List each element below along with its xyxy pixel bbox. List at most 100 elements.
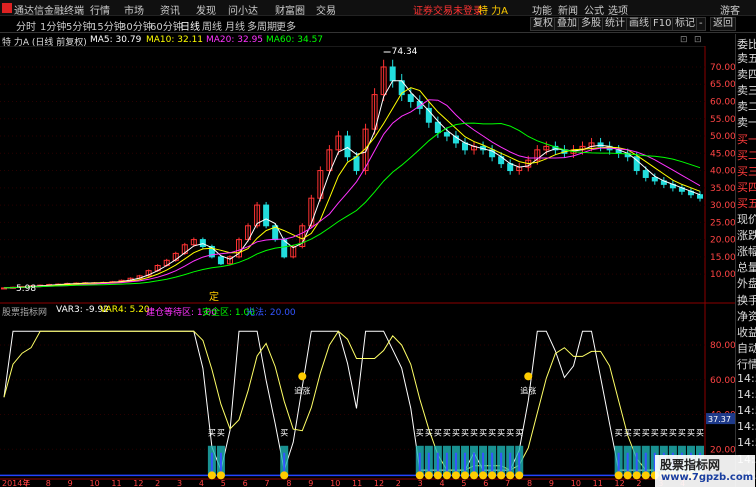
price-tick-label: 20.00 [710, 236, 735, 246]
toolbar-button-stats[interactable]: 统计 [602, 17, 628, 31]
buy-signal-label: 买 [488, 428, 496, 437]
quote-panel-item: 涨幅 [737, 245, 756, 259]
period-button-multi[interactable]: 多周期 [247, 18, 277, 33]
time-tick-label: 9 [308, 479, 313, 487]
menu-item-quotes[interactable]: 行情 [90, 2, 110, 17]
chart-collapse-icon[interactable]: ⊡ [680, 35, 688, 45]
candle-body [389, 66, 396, 82]
period-toolbar: 分时 1分钟 5分钟 15分钟 30分钟 60分钟 日线 周线 月线 多周期 更… [0, 16, 756, 33]
menu-item-function[interactable]: 功能 [532, 2, 552, 17]
time-tick-label: 8 [46, 479, 51, 487]
toolbar-button-draw[interactable]: 画线 [626, 17, 652, 31]
menu-item-newsfeed[interactable]: 新闻 [558, 2, 578, 17]
time-tick-label: 6 [243, 479, 248, 487]
quote-panel-item: 行情 [737, 357, 756, 371]
period-button-15min[interactable]: 15分钟 [91, 18, 124, 33]
quote-panel-item: 外盘 [737, 277, 756, 291]
time-tick-label: 11 [352, 479, 362, 487]
time-tick-label: 11 [593, 479, 603, 487]
ma20-line [3, 99, 701, 289]
candle-body [642, 170, 649, 178]
chase-signal-label: 追涨 [520, 386, 536, 396]
buy-signal-label: 买 [452, 428, 460, 437]
menu-bar: 通达信金融终端 行情 市场 资讯 发现 问小达 财富圈 交易 证券交易未登录 特… [0, 0, 756, 17]
toolbar-button-minus[interactable]: - [696, 17, 706, 31]
time-tick-label: 5 [221, 479, 226, 487]
menu-item-ask[interactable]: 问小达 [228, 2, 258, 17]
menu-item-formula[interactable]: 公式 [584, 2, 604, 17]
period-button-daily[interactable]: 日线 [180, 18, 200, 33]
smiley-icon [641, 471, 650, 480]
quote-panel-item: 卖三 [737, 84, 756, 98]
buy-signal-label: 买 [669, 428, 677, 437]
menu-item-guest[interactable]: 游客 [720, 2, 740, 17]
price-chart[interactable]: 70.00 65.00 60.00 55.00 50.00 45.00 40.00 35.00… [0, 46, 735, 487]
buy-signal-label: 买 [687, 428, 695, 437]
app-title: 通达信金融终端 [14, 6, 84, 17]
period-button-more[interactable]: 更多 [276, 18, 296, 33]
price-tick-label: 45.00 [710, 149, 735, 159]
time-tick-label: 7 [265, 479, 270, 487]
low-price-label: 5.98 [16, 284, 36, 294]
buy-signal-label: 买 [642, 428, 650, 437]
candle-body [344, 135, 351, 158]
quote-panel-item: 14:5 [737, 388, 756, 402]
smiley-icon [623, 471, 632, 480]
candle-body [263, 204, 270, 227]
quote-panel-item: 买三 [737, 164, 756, 178]
quote-panel-item: 买四 [737, 180, 756, 194]
toolbar-button-adjust[interactable]: 复权 [530, 17, 556, 31]
period-button-1min[interactable]: 1分钟 [40, 18, 66, 33]
price-tick-label: 35.00 [710, 184, 735, 194]
var4-label: VAR4: 5.20 [100, 305, 150, 315]
menu-item-wealth[interactable]: 财富圈 [275, 2, 305, 17]
period-button-5min[interactable]: 5分钟 [66, 18, 92, 33]
time-tick-label: 3 [177, 479, 182, 487]
candle-body [407, 94, 414, 103]
price-tick-label: 50.00 [710, 132, 735, 142]
menu-item-market[interactable]: 市场 [124, 2, 144, 17]
time-tick-label: 3 [418, 479, 423, 487]
candle-body [434, 121, 441, 134]
quote-panel-item: 换手 [737, 293, 756, 307]
candle-body [199, 239, 206, 248]
buy-signal-label: 买 [515, 428, 523, 437]
buy-signal-label: 买 [497, 428, 505, 437]
buy-signal-label: 买 [434, 428, 442, 437]
price-tick-label: 15.00 [710, 253, 735, 263]
toolbar-button-back[interactable]: 返回 [710, 17, 736, 31]
toolbar-button-f10[interactable]: F10 [650, 17, 675, 31]
menu-item-trade[interactable]: 交易 [316, 2, 336, 17]
chart-menu-icon[interactable]: ⊡ [694, 35, 702, 45]
smiley-icon [298, 372, 307, 381]
buy-signal-label: 买 [461, 428, 469, 437]
quote-panel-item: 卖二 [737, 100, 756, 114]
smiley-icon [524, 372, 533, 381]
smiley-icon [488, 471, 497, 480]
time-tick-label: 9 [549, 479, 554, 487]
time-tick-label: 8 [286, 479, 291, 487]
candle-body [443, 132, 450, 137]
login-status[interactable]: 证券交易未登录 [413, 2, 483, 17]
menu-item-options[interactable]: 选项 [608, 2, 628, 17]
buy-signal-label: 买 [615, 428, 623, 437]
menu-item-discover[interactable]: 发现 [196, 2, 216, 17]
quote-panel-item: 14:5 [737, 404, 756, 418]
menu-item-news[interactable]: 资讯 [160, 2, 180, 17]
time-tick-label: 2 [396, 479, 401, 487]
smiley-icon [207, 471, 216, 480]
period-button-weekly[interactable]: 周线 [202, 18, 222, 33]
period-button-30min[interactable]: 30分钟 [120, 18, 153, 33]
time-tick-label: 2 [636, 479, 641, 487]
price-tick-label: 25.00 [710, 218, 735, 228]
indicator-tick-label: 60.00 [710, 376, 735, 386]
period-button-intraday[interactable]: 分时 [16, 18, 36, 33]
toolbar-button-multistock[interactable]: 多股 [578, 17, 604, 31]
period-button-60min[interactable]: 60分钟 [150, 18, 183, 33]
toolbar-button-mark[interactable]: 标记 [672, 17, 698, 31]
smiley-icon [497, 471, 506, 480]
chase-signal-label: 追涨 [294, 386, 310, 396]
period-button-monthly[interactable]: 月线 [225, 18, 245, 33]
ma10-label: MA10: 32.11 [146, 35, 204, 45]
toolbar-button-overlay[interactable]: 叠加 [554, 17, 580, 31]
